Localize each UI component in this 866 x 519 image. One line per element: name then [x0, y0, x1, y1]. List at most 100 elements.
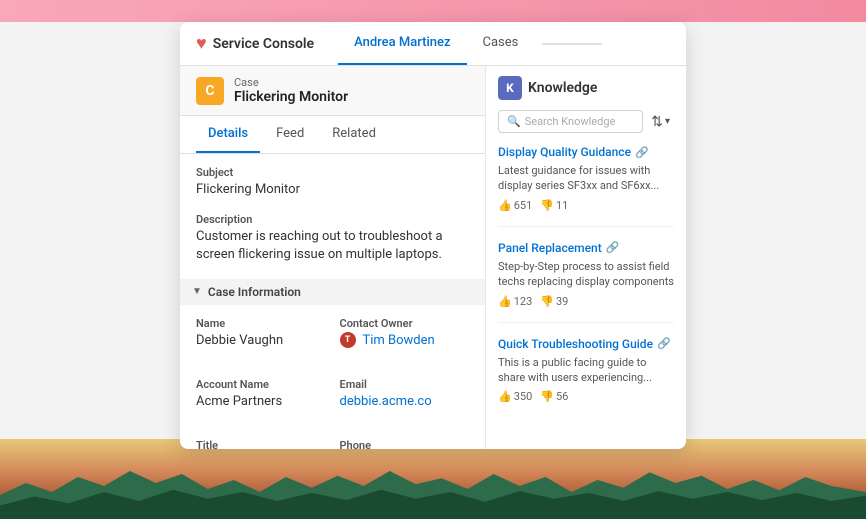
sort-button[interactable]: ⇅ ▾	[647, 112, 674, 132]
detail-content: Subject Flickering Monitor Description C…	[180, 154, 485, 449]
account-name-value: Acme Partners	[196, 393, 326, 411]
thumbdown-count-1: 11	[556, 199, 568, 212]
name-label: Name	[196, 317, 326, 330]
knowledge-article-1: Display Quality Guidance 🔗 Latest guidan…	[498, 145, 674, 227]
vote-up-2: 👍 123	[498, 295, 532, 308]
link-icon-2: 🔗	[606, 241, 620, 254]
avatar: T	[340, 332, 356, 348]
tab-related[interactable]: Related	[320, 116, 388, 153]
search-icon: 🔍	[507, 115, 521, 128]
tab-details[interactable]: Details	[196, 116, 260, 153]
vote-down-3: 👎 56	[540, 390, 568, 403]
knowledge-title: Knowledge	[528, 80, 597, 96]
thumbdown-count-3: 56	[556, 390, 568, 403]
heart-icon: ♥	[196, 33, 207, 54]
title-label: Title	[196, 439, 326, 449]
nav-tabs: Andrea Martinez Cases	[338, 22, 610, 65]
article-1-desc: Latest guidance for issues with display …	[498, 163, 674, 194]
thumbup-icon-1: 👍	[498, 199, 512, 212]
name-value: Debbie Vaughn	[196, 332, 326, 350]
vote-up-3: 👍 350	[498, 390, 532, 403]
vote-down-1: 👎 11	[540, 199, 568, 212]
contact-owner-value: T Tim Bowden	[340, 332, 470, 350]
case-info-fields: Name Debbie Vaughn Contact Owner T Tim B…	[196, 317, 469, 449]
thumbdown-count-2: 39	[556, 295, 568, 308]
chevron-icon: ▼	[192, 286, 202, 297]
article-2-desc: Step-by-Step process to assist field tec…	[498, 259, 674, 290]
dropdown-icon: ▾	[665, 116, 670, 127]
knowledge-icon: K	[498, 76, 522, 100]
vote-down-2: 👎 39	[540, 295, 568, 308]
bottom-landscape	[0, 439, 866, 519]
thumbup-count-2: 123	[514, 295, 533, 308]
top-pink-bar	[0, 0, 866, 22]
knowledge-panel: K Knowledge 🔍 Search Knowledge ⇅ ▾ Displ…	[486, 66, 686, 449]
thumbup-icon-3: 👍	[498, 390, 512, 403]
case-label: Case	[234, 76, 348, 89]
link-icon-3: 🔗	[657, 337, 671, 350]
phone-label: Phone	[340, 439, 470, 449]
knowledge-article-3: Quick Troubleshooting Guide 🔗 This is a …	[498, 337, 674, 418]
left-panel: C Case Flickering Monitor Details Feed R…	[180, 66, 486, 449]
main-card: ♥ Service Console Andrea Martinez Cases …	[180, 22, 686, 449]
tab-feed[interactable]: Feed	[264, 116, 316, 153]
name-field: Name Debbie Vaughn	[196, 317, 326, 350]
contact-owner-link[interactable]: Tim Bowden	[362, 333, 434, 348]
subject-label: Subject	[196, 166, 469, 179]
case-title-block: Case Flickering Monitor	[234, 76, 348, 105]
case-name: Flickering Monitor	[234, 89, 348, 105]
link-icon-1: 🔗	[635, 146, 649, 159]
article-1-link[interactable]: Display Quality Guidance	[498, 145, 631, 159]
thumbdown-icon-1: 👎	[540, 199, 554, 212]
thumbup-count-3: 350	[514, 390, 533, 403]
search-placeholder: Search Knowledge	[525, 115, 616, 128]
subject-field: Subject Flickering Monitor	[196, 166, 469, 199]
knowledge-list: Display Quality Guidance 🔗 Latest guidan…	[486, 141, 686, 449]
section-title: Case Information	[208, 285, 301, 299]
email-link[interactable]: debbie.acme.co	[340, 394, 432, 409]
article-2-link[interactable]: Panel Replacement	[498, 241, 602, 255]
article-2-title-row: Panel Replacement 🔗	[498, 241, 674, 255]
subject-value: Flickering Monitor	[196, 181, 469, 199]
email-value: debbie.acme.co	[340, 393, 470, 411]
case-info-section[interactable]: ▼ Case Information	[180, 279, 485, 305]
sort-icon: ⇅	[651, 114, 663, 130]
email-field: Email debbie.acme.co	[340, 378, 470, 411]
account-name-field: Account Name Acme Partners	[196, 378, 326, 411]
tab-bar: Details Feed Related	[180, 116, 485, 154]
phone-field: Phone 415-999-8888	[340, 439, 470, 449]
knowledge-search-bar: 🔍 Search Knowledge ⇅ ▾	[486, 106, 686, 141]
content-area: C Case Flickering Monitor Details Feed R…	[180, 66, 686, 449]
account-name-label: Account Name	[196, 378, 326, 391]
article-1-title-row: Display Quality Guidance 🔗	[498, 145, 674, 159]
thumbdown-icon-3: 👎	[540, 390, 554, 403]
nav-tab-andrea[interactable]: Andrea Martinez	[338, 22, 466, 65]
email-label: Email	[340, 378, 470, 391]
case-icon: C	[196, 77, 224, 105]
article-3-votes: 👍 350 👎 56	[498, 390, 674, 403]
case-header: C Case Flickering Monitor	[180, 66, 485, 116]
description-field: Description Customer is reaching out to …	[196, 213, 469, 264]
vote-up-1: 👍 651	[498, 199, 532, 212]
article-3-title-row: Quick Troubleshooting Guide 🔗	[498, 337, 674, 351]
contact-owner-field: Contact Owner T Tim Bowden	[340, 317, 470, 350]
thumbup-count-1: 651	[514, 199, 533, 212]
nav-tab-divider	[542, 43, 602, 45]
nav-logo[interactable]: ♥ Service Console	[196, 33, 314, 54]
knowledge-header: K Knowledge	[486, 66, 686, 106]
article-3-desc: This is a public facing guide to share w…	[498, 355, 674, 386]
article-3-link[interactable]: Quick Troubleshooting Guide	[498, 337, 653, 351]
contact-owner-label: Contact Owner	[340, 317, 470, 330]
thumbup-icon-2: 👍	[498, 295, 512, 308]
app-title: Service Console	[213, 36, 314, 52]
knowledge-article-2: Panel Replacement 🔗 Step-by-Step process…	[498, 241, 674, 323]
nav-tab-cases[interactable]: Cases	[467, 22, 535, 65]
thumbdown-icon-2: 👎	[540, 295, 554, 308]
description-label: Description	[196, 213, 469, 226]
nav-bar: ♥ Service Console Andrea Martinez Cases	[180, 22, 686, 66]
knowledge-search-input-wrapper[interactable]: 🔍 Search Knowledge	[498, 110, 643, 133]
description-value: Customer is reaching out to troubleshoot…	[196, 228, 469, 264]
title-field: Title Account Rep	[196, 439, 326, 449]
article-2-votes: 👍 123 👎 39	[498, 295, 674, 308]
article-1-votes: 👍 651 👎 11	[498, 199, 674, 212]
